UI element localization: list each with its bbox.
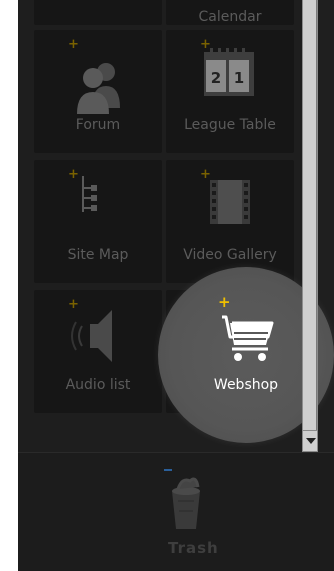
audio-list-label: Audio list bbox=[65, 377, 131, 393]
calendar-date-1: 1 bbox=[234, 69, 244, 87]
calendar-icon: 2 1 bbox=[204, 48, 254, 96]
site-map-label: Site Map bbox=[67, 247, 129, 263]
forum-icon bbox=[77, 63, 120, 114]
scroll-down-button[interactable] bbox=[302, 430, 318, 452]
film-strip-icon bbox=[210, 180, 250, 224]
scrollbar-thumb[interactable] bbox=[303, 0, 317, 430]
widget-tile-audio-list[interactable]: + Audio list bbox=[34, 290, 162, 413]
widget-tile-video-gallery[interactable]: + Video Gallery bbox=[166, 160, 294, 283]
widget-tile-blank[interactable] bbox=[34, 0, 162, 25]
league-table-label: League Table bbox=[184, 117, 276, 133]
widget-grid: Calendar + Forum + 2 1 League Table + Si… bbox=[18, 0, 334, 452]
widget-tile-calendar[interactable]: Calendar bbox=[166, 0, 294, 25]
calendar-label: Calendar bbox=[198, 9, 262, 25]
widget-tile-site-map[interactable]: + Site Map bbox=[34, 160, 162, 283]
trash-can-icon bbox=[172, 477, 200, 529]
widget-tile-forum[interactable]: + Forum bbox=[34, 30, 162, 153]
speaker-icon bbox=[71, 310, 112, 362]
widget-tile-league-table[interactable]: + 2 1 League Table bbox=[166, 30, 294, 153]
chevron-down-icon bbox=[306, 438, 316, 444]
widget-panel: Calendar + Forum + 2 1 League Table + Si… bbox=[18, 0, 334, 571]
site-map-icon bbox=[82, 176, 97, 212]
trash-label: Trash bbox=[168, 539, 219, 557]
calendar-date-2: 2 bbox=[211, 69, 221, 87]
vertical-scrollbar[interactable] bbox=[302, 0, 318, 452]
video-gallery-label: Video Gallery bbox=[183, 247, 277, 263]
forum-label: Forum bbox=[75, 117, 121, 133]
trash-drop-zone[interactable]: Trash bbox=[18, 452, 334, 571]
